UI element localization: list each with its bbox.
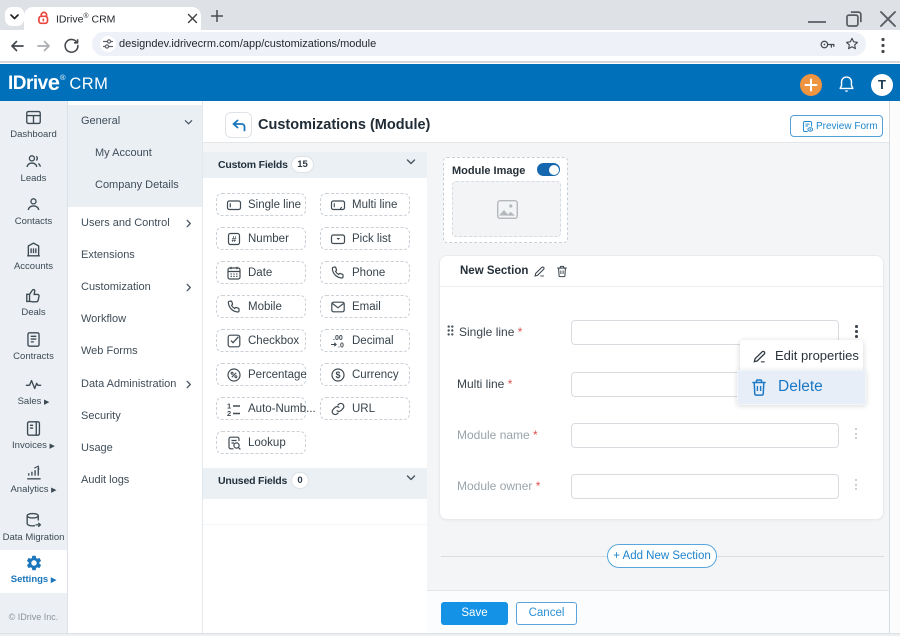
svg-text:$: $ — [335, 370, 340, 380]
svg-text:.00: .00 — [333, 335, 343, 342]
svg-text:#: # — [232, 234, 237, 244]
svg-text:.0: .0 — [338, 343, 344, 350]
svg-text:2: 2 — [227, 409, 231, 417]
